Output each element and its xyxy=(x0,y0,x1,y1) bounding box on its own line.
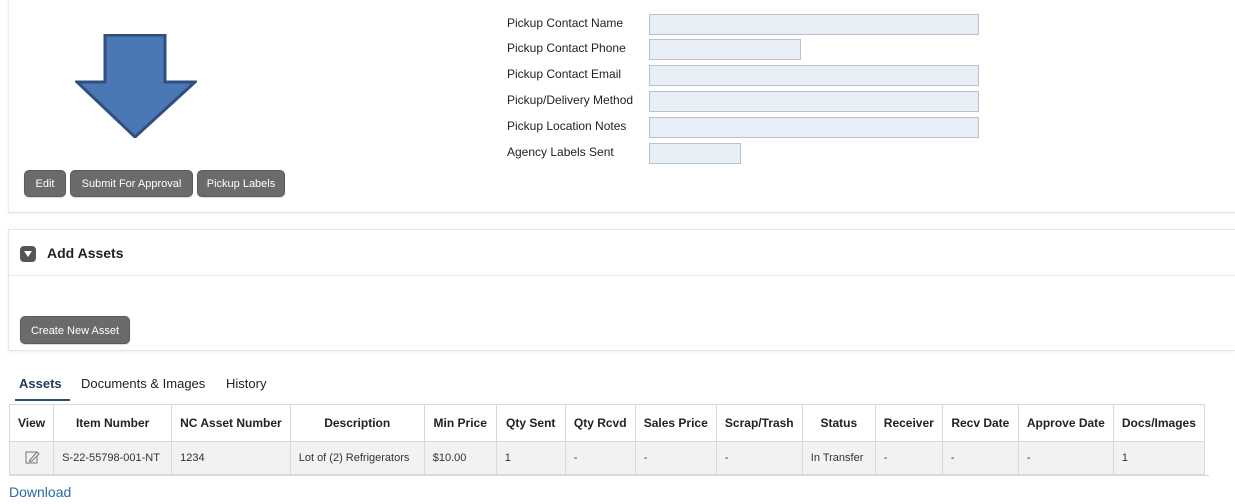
edit-button[interactable]: Edit xyxy=(24,170,66,197)
field-label: Pickup Contact Email xyxy=(507,67,622,81)
download-bar: Download xyxy=(9,475,1209,504)
collapse-toggle-icon[interactable] xyxy=(20,246,36,262)
column-header: Description xyxy=(289,404,425,442)
tab-documents-images[interactable]: Documents & Images xyxy=(81,376,205,391)
pickup-delivery-method-field[interactable] xyxy=(649,91,979,112)
add-assets-panel: Add Assets Create New Asset xyxy=(8,229,1235,351)
field-label: Agency Labels Sent xyxy=(507,145,614,159)
field-label: Pickup Location Notes xyxy=(507,119,627,133)
column-header: Qty Sent xyxy=(495,404,566,442)
approve-date-cell: - xyxy=(1017,441,1114,475)
column-header: View xyxy=(8,404,55,442)
pickup-contact-email-field[interactable] xyxy=(649,65,979,86)
column-header: Docs/Images xyxy=(1112,404,1205,442)
tab-history[interactable]: History xyxy=(226,376,266,391)
pickup-contact-name-field[interactable] xyxy=(649,14,979,35)
item-number-cell: S-22-55798-001-NT xyxy=(53,441,173,475)
edit-icon[interactable] xyxy=(24,449,40,465)
column-header: Min Price xyxy=(423,404,497,442)
table-row: S-22-55798-001-NT 1234 Lot of (2) Refrig… xyxy=(8,441,1205,475)
nc-asset-number-cell: 1234 xyxy=(171,441,291,475)
assets-table: View Item Number NC Asset Number Descrip… xyxy=(8,404,1205,475)
qty-rcvd-cell: - xyxy=(564,441,636,475)
add-assets-title: Add Assets xyxy=(47,245,124,261)
column-header: NC Asset Number xyxy=(171,404,291,442)
field-label: Pickup Contact Phone xyxy=(507,41,626,55)
table-header-row: View Item Number NC Asset Number Descrip… xyxy=(8,404,1205,442)
field-label: Pickup/Delivery Method xyxy=(507,93,634,107)
column-header: Recv Date xyxy=(941,404,1019,442)
pickup-location-notes-field[interactable] xyxy=(649,117,979,138)
scrap-trash-cell: - xyxy=(715,441,803,475)
column-header: Qty Rcvd xyxy=(564,404,636,442)
tab-bar: Assets Documents & Images History xyxy=(9,376,1209,404)
tab-assets[interactable]: Assets xyxy=(15,376,70,401)
recv-date-cell: - xyxy=(941,441,1019,475)
submit-for-approval-button[interactable]: Submit For Approval xyxy=(70,170,193,197)
column-header: Item Number xyxy=(53,404,173,442)
receiver-cell: - xyxy=(874,441,943,475)
add-assets-header[interactable]: Add Assets xyxy=(9,230,1235,276)
create-new-asset-button[interactable]: Create New Asset xyxy=(20,316,130,344)
field-label: Pickup Contact Name xyxy=(507,16,624,30)
column-header: Scrap/Trash xyxy=(715,404,803,442)
min-price-cell: $10.00 xyxy=(423,441,497,475)
docs-images-cell[interactable]: 1 xyxy=(1112,441,1205,475)
column-header: Approve Date xyxy=(1017,404,1114,442)
column-header: Receiver xyxy=(874,404,943,442)
qty-sent-cell: 1 xyxy=(495,441,566,475)
down-arrow-icon xyxy=(75,34,197,138)
status-cell: In Transfer xyxy=(801,441,876,475)
view-cell[interactable] xyxy=(8,441,55,475)
pickup-contact-phone-field[interactable] xyxy=(649,39,801,60)
column-header: Sales Price xyxy=(634,404,717,442)
pickup-labels-button[interactable]: Pickup Labels xyxy=(197,170,285,197)
download-link[interactable]: Download xyxy=(9,484,71,500)
sales-price-cell: - xyxy=(634,441,717,475)
agency-labels-sent-field[interactable] xyxy=(649,143,741,164)
description-cell: Lot of (2) Refrigerators xyxy=(289,441,425,475)
column-header: Status xyxy=(801,404,876,442)
